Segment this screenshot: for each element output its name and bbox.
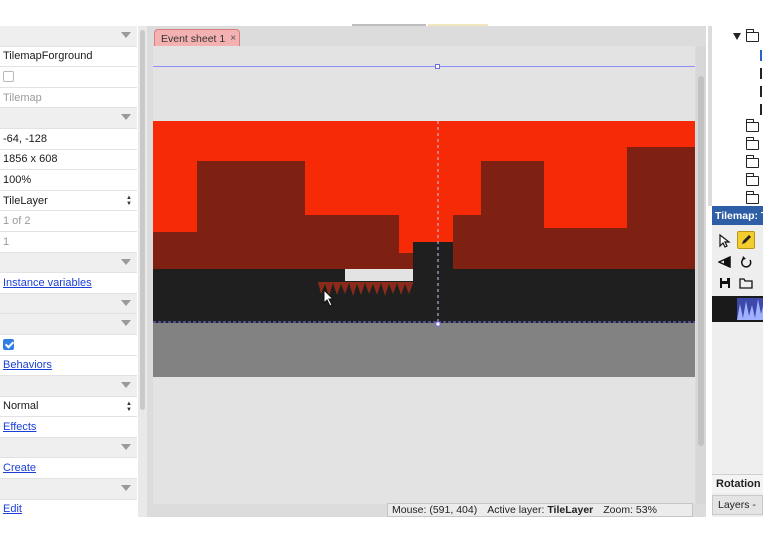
folder-icon[interactable] <box>746 119 759 132</box>
property-category-row[interactable] <box>0 437 137 459</box>
rotation-label: Rotation <box>712 474 763 493</box>
property-category-row[interactable] <box>0 252 137 274</box>
property-link[interactable]: Edit <box>3 503 22 515</box>
chevron-down-icon[interactable] <box>121 382 131 389</box>
bottom-strip <box>0 517 763 541</box>
status-zoom: Zoom: 53% <box>603 504 657 516</box>
cursor-icon[interactable] <box>716 232 734 250</box>
chevron-down-icon[interactable] <box>121 114 131 121</box>
property-checkbox[interactable] <box>3 71 14 83</box>
property-row[interactable]: -64, -128 <box>0 129 137 150</box>
property-row[interactable]: 1 of 2 <box>0 211 137 232</box>
pencil-icon[interactable] <box>737 231 755 249</box>
property-row[interactable]: Instance variables <box>0 273 137 294</box>
property-category-row[interactable] <box>0 314 137 335</box>
editor-vertical-scrollbar[interactable] <box>696 46 706 504</box>
property-category-row[interactable] <box>0 293 137 315</box>
tree-item-marker <box>760 104 762 115</box>
property-link[interactable]: Behaviors <box>3 359 52 371</box>
tileset-preview[interactable] <box>712 296 763 322</box>
property-checkbox[interactable] <box>3 339 14 351</box>
tilemap-panel-title: Tilemap: T <box>712 206 763 225</box>
rotate-icon[interactable] <box>737 253 755 271</box>
properties-scrollbar[interactable] <box>138 26 147 517</box>
folder-icon[interactable] <box>746 191 759 204</box>
property-row[interactable]: 1 <box>0 232 137 253</box>
property-row[interactable]: Edit <box>0 500 137 517</box>
tileset-thumbnail <box>712 296 763 322</box>
property-value: 1 of 2 <box>3 215 31 228</box>
editor-tab-bar: Event sheet 1 × <box>147 26 706 47</box>
property-value: Tilemap <box>3 91 42 104</box>
property-value: -64, -128 <box>3 132 48 145</box>
project-bar-scrollbar[interactable] <box>708 26 712 206</box>
property-value: 1 <box>3 235 10 248</box>
select-arrows-icon[interactable]: ▲ ▼ <box>126 195 132 207</box>
resize-handle-top[interactable] <box>435 64 440 69</box>
property-row[interactable]: Create <box>0 458 137 480</box>
tab-event-sheet-1[interactable]: Event sheet 1 × <box>154 29 240 47</box>
property-category-row[interactable] <box>0 108 137 129</box>
property-row[interactable]: Effects <box>0 417 137 438</box>
chevron-down-icon[interactable] <box>121 443 131 450</box>
folder-icon[interactable] <box>746 155 759 168</box>
save-icon[interactable] <box>716 274 734 292</box>
properties-panel: TilemapForground Tilemap -64, -128 1856 x 6… <box>0 26 137 517</box>
chevron-down-icon[interactable] <box>121 258 131 265</box>
property-value: 1856 x 608 <box>3 153 58 166</box>
select-arrows-icon[interactable]: ▲ ▼ <box>126 401 132 413</box>
status-active-layer-label: Active layer: <box>487 504 545 516</box>
layout-editor: Event sheet 1 × Mouse: (591, 404) Active… <box>147 26 706 517</box>
expand-triangle-icon[interactable] <box>733 33 741 40</box>
property-row[interactable]: Normal ▲ ▼ <box>0 397 137 418</box>
status-active-layer: Active layer: TileLayer <box>487 504 593 516</box>
properties-scroll-thumb[interactable] <box>140 30 145 410</box>
property-row[interactable] <box>0 335 137 356</box>
chevron-down-icon[interactable] <box>121 32 131 38</box>
tree-item-marker <box>760 50 762 61</box>
chevron-down-icon[interactable] <box>121 320 131 327</box>
tree-item-marker <box>760 68 762 79</box>
property-category-row[interactable] <box>0 479 137 500</box>
eraser-icon[interactable] <box>716 253 734 271</box>
property-row[interactable]: Tilemap <box>0 88 137 109</box>
layout-boundary-line <box>153 66 695 67</box>
property-link[interactable]: Create <box>3 462 36 474</box>
property-category-row[interactable] <box>0 376 137 397</box>
resize-handle-bottom[interactable] <box>435 321 441 327</box>
status-mouse: Mouse: (591, 404) <box>392 504 478 516</box>
tilemap-scene[interactable] <box>153 121 695 377</box>
folder-icon[interactable] <box>737 274 755 292</box>
below-layout-area <box>153 323 695 377</box>
layout-canvas[interactable] <box>153 46 695 504</box>
tree-item-marker <box>760 86 762 97</box>
tab-layers[interactable]: Layers - <box>712 495 763 515</box>
property-link[interactable]: Effects <box>3 421 36 433</box>
property-row[interactable]: Behaviors <box>0 356 137 377</box>
status-bar: Mouse: (591, 404) Active layer: TileLaye… <box>387 503 693 517</box>
folder-icon[interactable] <box>746 173 759 186</box>
property-link[interactable]: Instance variables <box>3 277 92 289</box>
tilemap-panel: Tilemap: T Rotation Layers - <box>712 206 763 517</box>
folder-icon[interactable] <box>746 29 759 42</box>
property-row[interactable]: TilemapForground <box>0 47 137 68</box>
close-icon[interactable]: × <box>230 33 236 44</box>
right-panel: Tilemap: T Rotation Layers - <box>708 26 763 517</box>
property-value: TilemapForground <box>3 50 93 63</box>
property-category-row[interactable] <box>0 26 137 47</box>
property-value: 100% <box>3 173 32 186</box>
chevron-down-icon[interactable] <box>121 299 131 306</box>
chevron-down-icon[interactable] <box>121 485 131 492</box>
tab-label: Event sheet 1 <box>161 32 226 45</box>
property-row[interactable] <box>0 67 137 88</box>
status-active-layer-value: TileLayer <box>547 504 594 516</box>
property-row[interactable]: 1856 x 608 <box>0 150 137 171</box>
folder-icon[interactable] <box>746 137 759 150</box>
top-strip <box>0 0 763 26</box>
property-row[interactable]: TileLayer ▲ ▼ <box>0 191 137 212</box>
editor-scroll-thumb[interactable] <box>698 76 704 446</box>
property-row[interactable]: 100% <box>0 170 137 191</box>
property-select-value[interactable]: Normal <box>3 400 38 412</box>
property-select-value[interactable]: TileLayer <box>3 195 48 207</box>
